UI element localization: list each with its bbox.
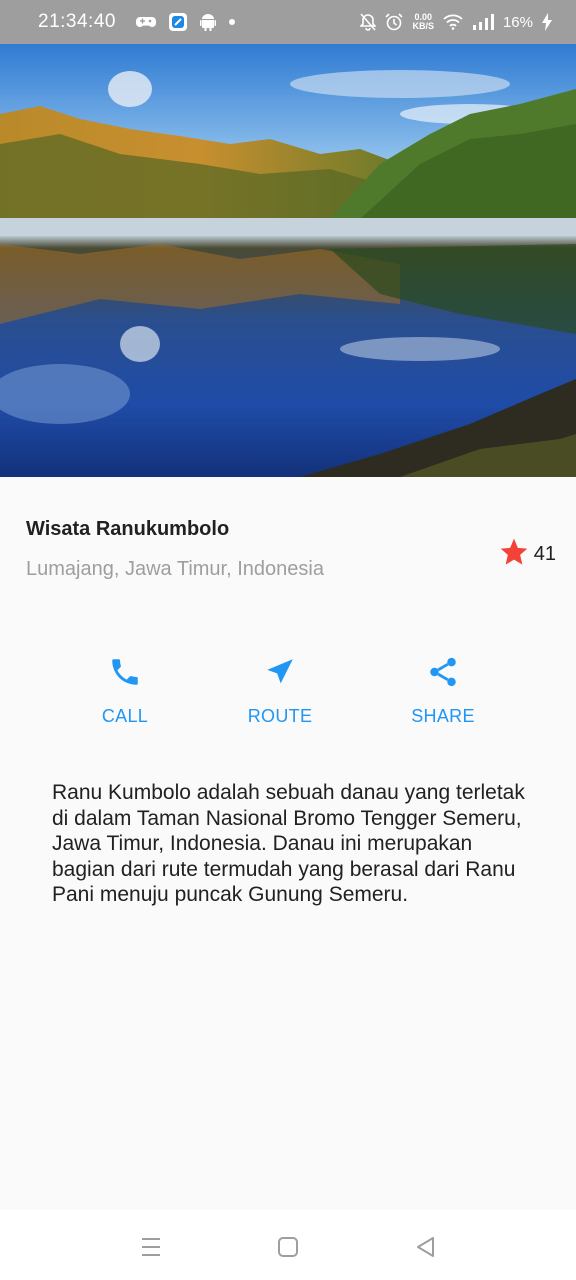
star-icon [498, 536, 530, 573]
nav-bar [0, 1210, 576, 1280]
signal-icon [472, 14, 494, 30]
navigation-icon [263, 652, 297, 692]
place-description: Ranu Kumbolo adalah sebuah danau yang te… [52, 781, 525, 906]
rating[interactable]: 41 [498, 536, 556, 573]
call-button[interactable]: CALL [55, 652, 195, 732]
call-label: CALL [101, 706, 149, 726]
game-controller-icon [135, 15, 156, 29]
mute-bell-icon [360, 13, 377, 31]
rating-count: 41 [533, 543, 556, 565]
battery-percent: 16% [502, 13, 533, 31]
net-speed: 0.00 KB/S [412, 13, 434, 31]
status-right-icons: 0.00 KB/S 16% [360, 13, 552, 31]
charging-icon [542, 13, 552, 31]
android-icon [199, 13, 216, 31]
net-speed-unit: KB/S [412, 21, 434, 31]
status-time: 21:34:40 [38, 11, 116, 32]
hero-image [0, 44, 576, 477]
phone-icon [108, 652, 142, 692]
back-icon[interactable] [410, 1232, 440, 1262]
menu-icon[interactable] [136, 1232, 166, 1262]
share-label: SHARE [411, 706, 475, 726]
home-icon[interactable] [273, 1232, 303, 1262]
alarm-icon [385, 13, 404, 31]
dot-icon [228, 18, 236, 26]
route-label: ROUTE [247, 706, 313, 726]
place-location: Lumajang, Jawa Timur, Indonesia [26, 558, 324, 580]
share-button[interactable]: SHARE [373, 652, 513, 732]
place-title: Wisata Ranukumbolo [26, 518, 230, 540]
status-left-icons [135, 12, 236, 32]
app-icon [168, 12, 188, 32]
wifi-icon [443, 14, 463, 30]
place-header: Wisata Ranukumbolo Lumajang, Jawa Timur,… [26, 518, 556, 588]
action-buttons: CALL ROUTE SHARE [0, 652, 576, 732]
route-button[interactable]: ROUTE [210, 652, 350, 732]
share-icon [426, 652, 460, 692]
status-bar: 21:34:40 0.00 KB/S 16% [0, 0, 576, 44]
